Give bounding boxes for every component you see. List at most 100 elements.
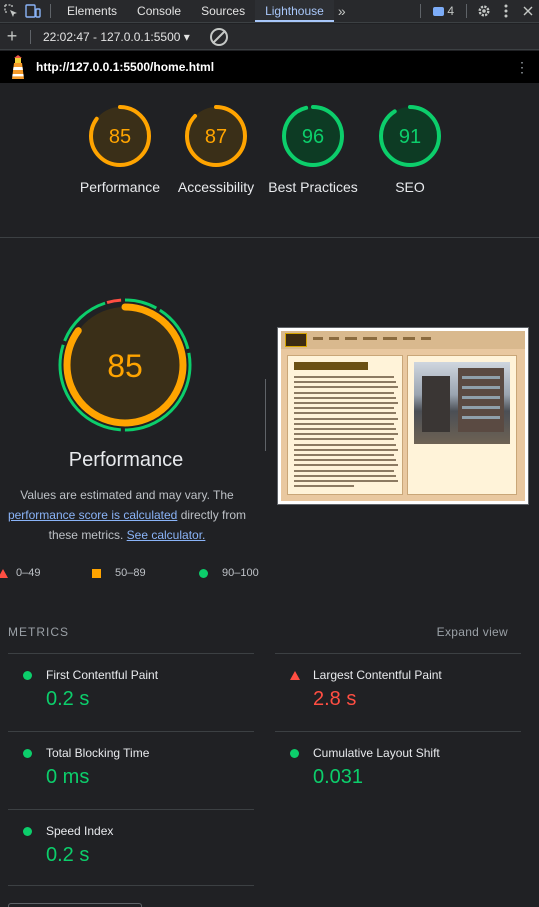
- report-url: http://127.0.0.1:5500/home.html: [36, 60, 215, 74]
- metric-value: 0.031: [313, 766, 364, 788]
- page-preview: [281, 331, 525, 501]
- inspect-element-icon[interactable]: [0, 0, 22, 22]
- metric-first-contentful-paint: First Contentful Paint 0.2 s: [8, 653, 254, 731]
- pass-circle-icon: [199, 568, 208, 578]
- preview-text-line: [294, 480, 398, 482]
- section-divider: [265, 379, 266, 451]
- preview-text-line: [294, 459, 396, 462]
- device-toolbar-icon[interactable]: [22, 0, 44, 22]
- metrics-heading: METRICS: [8, 625, 69, 639]
- preview-logo: [285, 333, 307, 347]
- gauge-label: SEO: [395, 179, 425, 195]
- preview-text-line: [294, 391, 394, 394]
- more-options-icon[interactable]: [495, 0, 517, 22]
- view-treemap-button[interactable]: [8, 903, 142, 907]
- metric-value: 2.8 s: [313, 688, 357, 710]
- tab-elements[interactable]: Elements: [57, 0, 127, 22]
- tab-lighthouse[interactable]: Lighthouse: [255, 0, 334, 22]
- average-square-icon: [92, 568, 101, 578]
- preview-text-line: [294, 376, 394, 378]
- preview-text-line: [294, 464, 398, 467]
- final-screenshot-thumbnail[interactable]: [277, 327, 529, 505]
- lighthouse-toolbar: + 22:02:47 - 127.0.0.1:5500 ▾: [0, 24, 539, 50]
- tab-sources[interactable]: Sources: [191, 0, 255, 22]
- pass-circle-icon: [23, 671, 32, 680]
- gauge-score: 85: [109, 126, 131, 148]
- metric-value: 0.2 s: [46, 688, 90, 710]
- gauge-score: 87: [205, 126, 227, 148]
- legend-average: 50–89: [92, 565, 146, 581]
- more-tabs-chevron-icon[interactable]: »: [334, 3, 350, 19]
- calculator-link[interactable]: See calculator.: [127, 528, 206, 542]
- preview-text-line: [294, 474, 396, 477]
- legend-pass: 90–100: [199, 565, 259, 581]
- gauge-performance[interactable]: 85 Performance: [72, 103, 168, 197]
- gauge-accessibility[interactable]: 87 Accessibility: [168, 103, 264, 197]
- metric-title: Speed Index: [46, 824, 114, 838]
- score-calculation-link[interactable]: performance score is calculated: [8, 508, 177, 522]
- preview-nav-item: [313, 337, 323, 340]
- preview-text-line: [294, 438, 394, 441]
- preview-navbar: [281, 331, 525, 349]
- report-select-dropdown[interactable]: 22:02:47 - 127.0.0.1:5500 ▾: [37, 30, 196, 44]
- settings-gear-icon[interactable]: [473, 0, 495, 22]
- fail-triangle-icon: [0, 568, 8, 578]
- report-menu-icon[interactable]: ⋮: [515, 59, 529, 76]
- gauge-best-practices[interactable]: 96 Best Practices: [266, 103, 360, 197]
- toolbar-divider: [420, 4, 422, 18]
- score-summary: 85 Performance 87 Accessibility 96 Best …: [0, 83, 539, 238]
- preview-text-line: [294, 448, 398, 451]
- gauge-score: 96: [302, 126, 324, 148]
- clear-all-icon[interactable]: [209, 27, 228, 46]
- metric-value: 0 ms: [46, 766, 90, 788]
- preview-text-line: [294, 386, 398, 389]
- devtools-tab-bar: Elements Console Sources Lighthouse » 4: [0, 0, 539, 23]
- toolbar-divider: [466, 4, 467, 18]
- performance-score: 85: [107, 348, 143, 384]
- preview-nav-item: [345, 337, 357, 340]
- metric-cumulative-layout-shift: Cumulative Layout Shift 0.031: [275, 731, 521, 809]
- preview-text-line: [294, 381, 396, 384]
- pass-circle-icon: [23, 827, 32, 836]
- report-url-bar: http://127.0.0.1:5500/home.html ⋮: [0, 51, 539, 83]
- preview-nav-item: [329, 337, 339, 340]
- legend-pass-range: 90–100: [222, 567, 259, 579]
- preview-text-line: [294, 454, 394, 456]
- expand-view-button[interactable]: Expand view: [437, 625, 508, 639]
- preview-nav-item: [421, 337, 431, 340]
- preview-text-line: [294, 469, 394, 472]
- legend-fail-range: 0–49: [16, 567, 41, 579]
- preview-text-line: [294, 417, 398, 420]
- preview-text-line: [294, 422, 394, 425]
- preview-image-panel: [407, 355, 517, 495]
- lighthouse-logo-icon: [8, 55, 28, 79]
- pass-circle-icon: [290, 749, 299, 758]
- performance-score-gauge: 85: [55, 295, 195, 435]
- issues-count: 4: [447, 4, 454, 18]
- pass-circle-icon: [23, 749, 32, 758]
- preview-text-line: [294, 396, 396, 399]
- message-icon: [433, 6, 445, 16]
- preview-text-line: [294, 402, 398, 404]
- toolbar-divider: [30, 29, 31, 44]
- metric-speed-index: Speed Index 0.2 s: [8, 809, 254, 887]
- new-report-plus-icon[interactable]: +: [0, 26, 24, 47]
- metric-title: Cumulative Layout Shift: [313, 746, 440, 760]
- preview-building-photo: [414, 362, 510, 444]
- gauge-score: 91: [399, 126, 421, 148]
- gauge-seo[interactable]: 91 SEO: [362, 103, 458, 197]
- close-icon[interactable]: [517, 0, 539, 22]
- legend-fail: 0–49: [0, 565, 40, 581]
- preview-text-line: [294, 433, 398, 436]
- metric-title: Largest Contentful Paint: [313, 668, 442, 682]
- metric-value: 0.2 s: [46, 844, 90, 866]
- metric-largest-contentful-paint: Largest Contentful Paint 2.8 s: [275, 653, 521, 731]
- preview-welcome-panel: [287, 355, 403, 495]
- preview-text-line: [294, 443, 396, 446]
- description-text: Values are estimated and may vary. The: [20, 488, 234, 502]
- preview-text-line: [294, 485, 354, 488]
- performance-description: Values are estimated and may vary. The p…: [0, 485, 262, 545]
- issues-badge[interactable]: 4: [427, 4, 460, 18]
- tab-console[interactable]: Console: [127, 0, 191, 22]
- gauge-label: Best Practices: [268, 179, 358, 195]
